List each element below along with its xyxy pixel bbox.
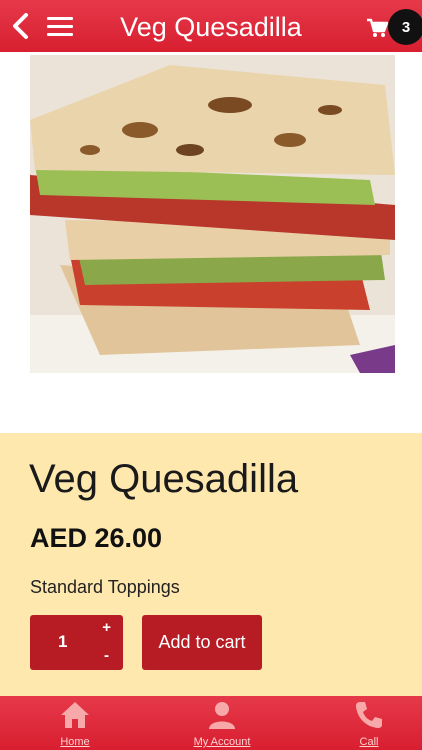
phone-icon [354,700,384,735]
bottom-navigation: Home My Account Call [0,696,422,750]
nav-label-my-account: My Account [193,736,251,748]
quantity-decrease-button[interactable]: - [104,647,109,664]
user-icon [207,700,237,735]
quantity-value[interactable]: 1 [58,632,67,652]
product-image [30,55,395,373]
home-icon [60,700,90,735]
product-price: AED 26.00 [30,523,163,553]
cart-count-badge[interactable]: 3 [388,9,422,45]
nav-label-call: Call [359,736,379,748]
nav-label-home: Home [60,736,90,748]
quantity-stepper[interactable]: 1 + - [30,615,123,670]
product-name: Veg Quesadilla [29,457,299,501]
quantity-increase-button[interactable]: + [102,619,111,636]
page-title: Veg Quesadilla [120,12,302,42]
product-details-panel: Veg Quesadilla AED 26.00 Standard Toppin… [0,433,422,696]
add-to-cart-button[interactable]: Add to cart [142,615,262,670]
shopping-cart-icon[interactable] [366,18,389,38]
product-option: Standard Toppings [30,577,180,597]
nav-item-my-account[interactable]: My Account [177,698,267,750]
nav-item-call[interactable]: Call [324,698,414,750]
app-header: Veg Quesadilla 3 [0,0,422,52]
nav-item-home[interactable]: Home [30,698,120,750]
